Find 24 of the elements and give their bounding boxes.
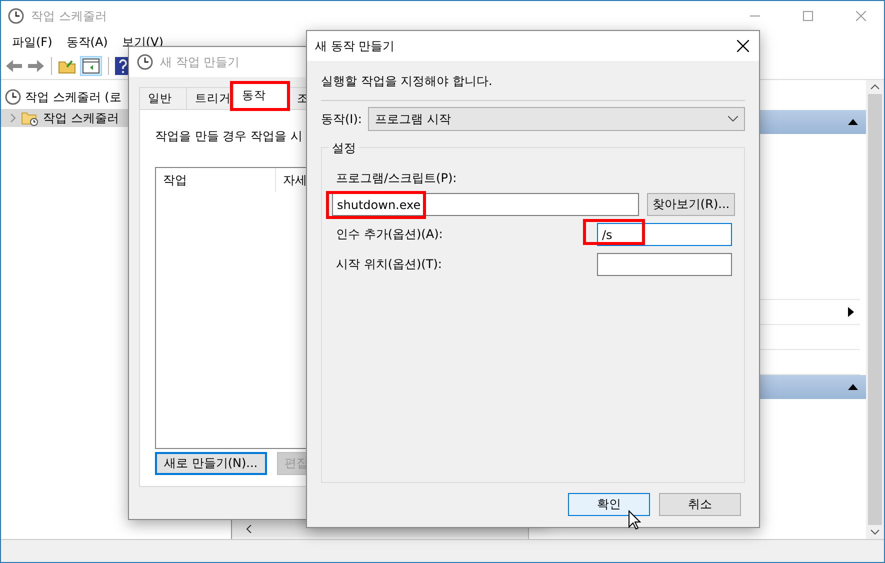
tab[interactable]: 일반 bbox=[139, 87, 187, 109]
menu-item[interactable]: 동작(A) bbox=[59, 34, 115, 50]
field-label: 동작(I): bbox=[321, 110, 362, 128]
field-label: 프로그램/스크립트(P): bbox=[335, 170, 458, 187]
action-dropdown[interactable]: 프로그램 시작 bbox=[368, 107, 745, 131]
program-field[interactable]: shutdown.exe bbox=[332, 193, 639, 216]
column-header[interactable]: 작업 bbox=[156, 168, 276, 192]
ok-button[interactable]: 확인 bbox=[568, 493, 650, 516]
description-text: 작업을 만들 경우 작업을 시 bbox=[155, 129, 302, 143]
group-title: 설정 bbox=[329, 140, 359, 157]
dialog-title: 새 동작 만들기 bbox=[315, 38, 395, 54]
browse-button[interactable]: 찾아보기(R)... bbox=[647, 193, 735, 216]
new-button[interactable]: 새로 만들기(N)... bbox=[155, 452, 267, 475]
instruction-text: 실행할 작업을 지정해야 합니다. bbox=[321, 73, 494, 90]
field-label: 시작 위치(옵션)(T): bbox=[336, 256, 442, 273]
window-title: 작업 스케줄러 bbox=[31, 8, 107, 24]
tab[interactable]: 동작 bbox=[233, 83, 289, 109]
field-label: 인수 추가(옵션)(A): bbox=[336, 226, 443, 243]
cancel-button[interactable]: 취소 bbox=[659, 493, 741, 516]
tree-label: 작업 스케줄러 bbox=[43, 110, 119, 126]
dialog-title: 새 작업 만들기 bbox=[160, 54, 240, 70]
input-field[interactable]: /s bbox=[597, 223, 732, 246]
tree-label: 작업 스케줄러 (로 bbox=[25, 88, 122, 106]
menu-item[interactable]: 파일(F) bbox=[5, 34, 60, 50]
